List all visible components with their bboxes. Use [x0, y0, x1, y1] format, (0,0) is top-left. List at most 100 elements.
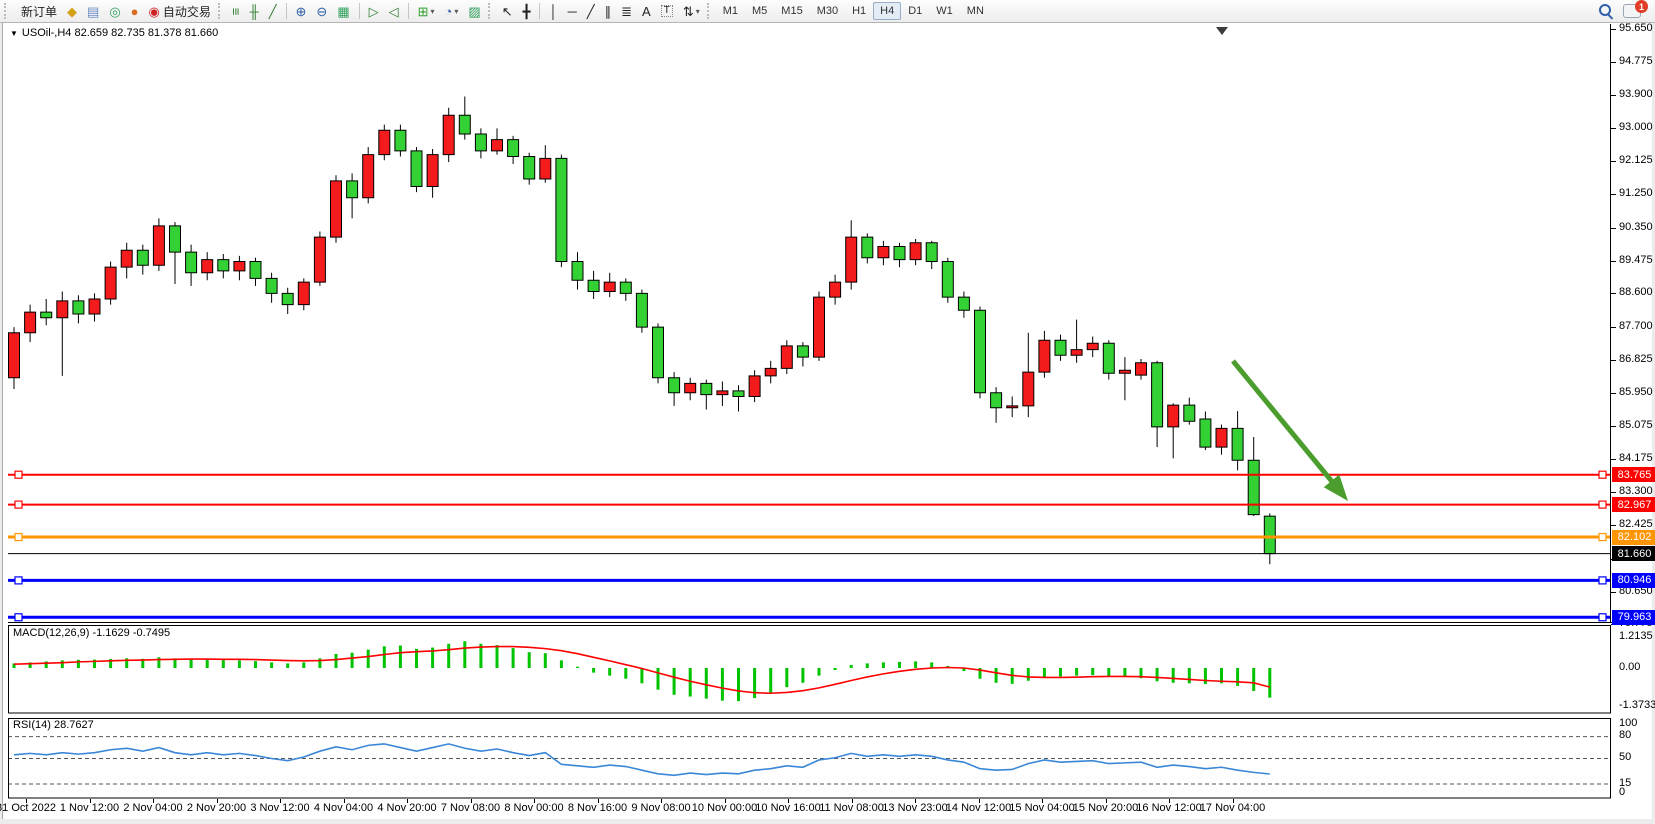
timeframe-w1[interactable]: W1	[929, 2, 960, 20]
crosshair-icon[interactable]: ╋	[518, 1, 536, 21]
price-tick	[1611, 293, 1616, 294]
timeframe-mn[interactable]: MN	[960, 2, 991, 20]
cursor-icon[interactable]: ↖	[497, 1, 518, 21]
hline-handle[interactable]	[1599, 577, 1606, 584]
price-tick	[1611, 426, 1616, 427]
price-badge-82.967: 82.967	[1612, 497, 1655, 512]
price-tick	[1611, 525, 1616, 526]
periods-icon[interactable]: ◔▾	[440, 1, 464, 21]
toolbar-grip	[4, 3, 9, 19]
price-tick-label: 95.650	[1619, 22, 1653, 34]
price-tick	[1611, 228, 1616, 229]
navigator-icon[interactable]: ◎	[104, 1, 125, 21]
hline-handle[interactable]	[15, 501, 22, 508]
current-price-badge: 81.660	[1612, 546, 1655, 561]
timeframe-m1[interactable]: M1	[716, 2, 745, 20]
date-tick-label: 2 Nov 20:00	[187, 802, 246, 814]
data-window-icon[interactable]: ▤	[82, 1, 104, 21]
main-chart[interactable]	[8, 24, 1612, 623]
date-tick-label: 15 Nov 04:00	[1009, 802, 1074, 814]
auto-scroll-icon: ▷	[369, 5, 379, 18]
hline-handle[interactable]	[15, 577, 22, 584]
hline-handle[interactable]	[15, 471, 22, 478]
date-tick-label: 1 Nov 12:00	[60, 802, 119, 814]
toolbar-grip	[218, 3, 223, 19]
text-label-icon[interactable]: T	[656, 1, 678, 21]
timeframe-d1[interactable]: D1	[901, 2, 929, 20]
rsi-axis-label: 50	[1619, 751, 1631, 763]
horizontal-line-icon[interactable]: ─	[563, 1, 582, 21]
chevron-down-icon: ▾	[431, 7, 435, 16]
toolbar-grip	[707, 3, 712, 19]
market-watch-icon[interactable]: ◆	[62, 1, 82, 21]
notification-badge[interactable]: 1	[1635, 0, 1648, 13]
date-tick-label: 4 Nov 20:00	[377, 802, 436, 814]
market-watch-icon: ◆	[67, 5, 77, 18]
fibonacci-icon[interactable]: ≣	[616, 1, 637, 21]
vertical-line-icon: │	[549, 5, 557, 18]
price-tick-label: 93.900	[1619, 88, 1653, 100]
zoom-in-icon[interactable]: ⊕	[291, 1, 312, 21]
arrows-icon[interactable]: ⇅▾	[678, 1, 705, 21]
auto-scroll-icon[interactable]: ▷	[364, 1, 384, 21]
candles	[9, 97, 1276, 565]
macd-axis-label: 1.2135	[1619, 630, 1653, 642]
tile-windows-icon: ▦	[337, 5, 349, 18]
date-tick-label: 16 Nov 12:00	[1136, 802, 1201, 814]
trendline-icon[interactable]: ╱	[582, 1, 600, 21]
templates-icon[interactable]: ▨	[463, 1, 485, 21]
date-tick-label: 3 Nov 12:00	[250, 802, 309, 814]
zoom-out-icon[interactable]: ⊖	[311, 1, 332, 21]
timeframe-h1[interactable]: H1	[845, 2, 873, 20]
candlestick-chart-icon: ╫	[249, 5, 258, 18]
indicators-icon[interactable]: ⊞▾	[413, 1, 440, 21]
chevron-down-icon: ▾	[454, 7, 458, 16]
new-order-button-label: 新订单	[21, 3, 57, 20]
timeframe-m5[interactable]: M5	[745, 2, 774, 20]
macd-pane[interactable]	[8, 625, 1612, 714]
tile-windows-icon[interactable]: ▦	[332, 1, 354, 21]
price-tick-label: 89.475	[1619, 254, 1653, 266]
toolbar-separator	[539, 3, 540, 19]
rsi-axis-label: 100	[1619, 717, 1637, 729]
crosshair-icon: ╋	[523, 5, 531, 18]
timeframe-h4[interactable]: H4	[873, 2, 901, 20]
rsi-pane[interactable]	[8, 718, 1612, 799]
zoom-in-icon: ⊕	[296, 5, 307, 18]
price-tick-label: 83.300	[1619, 485, 1653, 497]
new-order-button[interactable]: 新订单	[13, 1, 62, 21]
chart-shift-icon[interactable]: ◁	[384, 1, 404, 21]
timeframe-m15[interactable]: M15	[774, 2, 809, 20]
timeframe-m30[interactable]: M30	[810, 2, 845, 20]
date-tick-label: 8 Nov 00:00	[504, 802, 563, 814]
search-icon[interactable]	[1599, 4, 1613, 18]
hline-handle[interactable]	[1599, 501, 1606, 508]
candlestick-chart-icon[interactable]: ╫	[244, 1, 263, 21]
text-icon[interactable]: A	[637, 1, 656, 21]
macd-histogram	[13, 641, 1272, 701]
macd-indicator-label: MACD(12,26,9) -1.1629 -0.7495	[13, 627, 170, 639]
hline-handle[interactable]	[1599, 471, 1606, 478]
hline-handle[interactable]	[1599, 534, 1606, 541]
bar-chart-icon[interactable]: ≡	[227, 1, 245, 21]
price-tick-label: 85.075	[1619, 419, 1653, 431]
toolbar: 新订单◆▤◎●◉自动交易≡╫╱⊕⊖▦▷◁⊞▾◔▾▨↖╋│─╱∥≣AT⇅▾ M1M…	[0, 0, 1655, 23]
indicators-icon: ⊞	[418, 5, 429, 18]
auto-trading-button[interactable]: ◉自动交易	[144, 1, 216, 21]
vertical-line-icon[interactable]: │	[544, 1, 562, 21]
hline-handle[interactable]	[15, 614, 22, 621]
hline-handle[interactable]	[1599, 614, 1606, 621]
chart-symbol-label[interactable]: ▼USOil-,H4 82.659 82.735 81.378 81.660	[10, 27, 218, 39]
chart-shift-marker[interactable]	[1216, 27, 1228, 35]
collapse-triangle-icon[interactable]: ▼	[10, 29, 18, 38]
toolbar-separator	[359, 3, 360, 19]
hline-handle[interactable]	[15, 534, 22, 541]
price-tick	[1611, 128, 1616, 129]
equidistant-channel-icon[interactable]: ∥	[600, 1, 617, 21]
price-tick-label: 91.250	[1619, 187, 1653, 199]
terminal-icon[interactable]: ●	[126, 1, 144, 21]
chevron-down-icon: ▾	[696, 7, 700, 16]
chat-icon[interactable]: 1	[1623, 4, 1641, 18]
line-chart-icon[interactable]: ╱	[264, 1, 282, 21]
toolbar-separator	[408, 3, 409, 19]
